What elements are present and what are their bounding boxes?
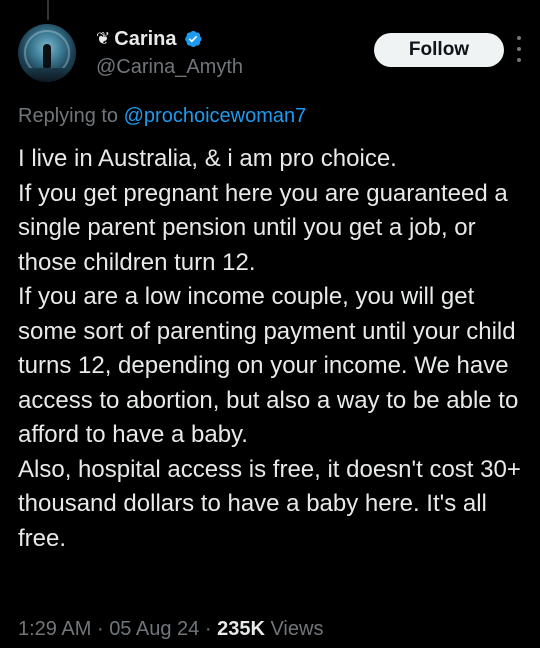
thread-connector-line	[47, 0, 49, 20]
more-dot	[517, 36, 521, 40]
meta-separator: ·	[96, 618, 104, 640]
author-names: ❦ Carina @Carina_Amyth	[96, 26, 243, 81]
tweet-date[interactable]: 05 Aug 24	[109, 618, 199, 640]
more-dot	[517, 47, 521, 51]
tweet-time[interactable]: 1:29 AM	[18, 618, 91, 640]
author-name-text: Carina	[114, 28, 177, 50]
verified-badge-icon	[184, 30, 202, 48]
tweet-meta: 1:29 AM · 05 Aug 24 · 235K Views	[18, 616, 323, 642]
avatar-figure	[43, 44, 51, 68]
views-count: 235K	[217, 618, 265, 640]
replying-to-prefix: Replying to	[18, 105, 119, 127]
replying-to-handle-link[interactable]: @prochoicewoman7	[124, 105, 307, 127]
more-dot	[517, 58, 521, 62]
author-display-name[interactable]: ❦ Carina	[96, 26, 243, 52]
follow-button[interactable]: Follow	[374, 33, 504, 67]
tweet-header: ❦ Carina @Carina_Amyth Follow	[18, 24, 526, 88]
views-label: Views	[270, 618, 324, 640]
avatar[interactable]	[18, 24, 76, 82]
tweet-text: I live in Australia, & i am pro choice. …	[18, 145, 521, 552]
flower-icon: ❦	[96, 29, 111, 48]
author-handle[interactable]: @Carina_Amyth	[96, 53, 243, 81]
meta-separator: ·	[204, 618, 212, 640]
avatar-floor	[18, 68, 76, 82]
replying-to: Replying to @prochoicewoman7	[18, 102, 306, 130]
more-options-icon[interactable]	[514, 36, 524, 62]
